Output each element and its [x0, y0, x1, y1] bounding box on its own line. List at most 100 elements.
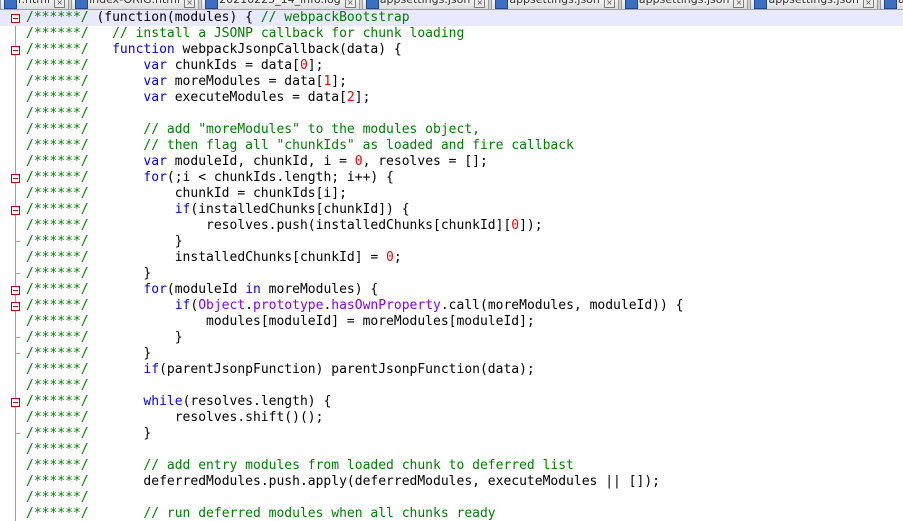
fold-toggle-icon[interactable]	[11, 14, 20, 23]
webpack-marker-comment: /******/	[26, 234, 89, 249]
file-tab[interactable]: appsettings.json×	[880, 0, 903, 9]
code-line[interactable]: /******/	[0, 490, 903, 506]
keyword-token: function	[112, 42, 175, 57]
code-token: resolves.shift()();	[174, 410, 324, 425]
tab-bar: r.html×index-ORIG.html×20210225_14_info.…	[0, 0, 903, 10]
code-line[interactable]: /******/ (function(modules) { // webpack…	[0, 10, 903, 26]
code-line[interactable]: /******/ // add entry modules from loade…	[0, 458, 903, 474]
webpack-marker-comment: /******/	[26, 154, 89, 169]
file-tab[interactable]: appsettings.json×	[361, 0, 490, 9]
code-token: chunkId = chunkIds[i];	[174, 186, 347, 201]
code-line[interactable]: /******/	[0, 378, 903, 394]
code-text: /******/ deferredModules.push.apply(defe…	[26, 474, 660, 490]
file-tab[interactable]: appsettings.json×	[491, 0, 619, 9]
code-line[interactable]: /******/ while(resolves.length) {	[0, 394, 903, 410]
file-icon	[4, 0, 17, 9]
fold-toggle-icon[interactable]	[11, 398, 20, 407]
code-line[interactable]: /******/ }	[0, 266, 903, 282]
keyword-token: var	[143, 154, 167, 169]
webpack-marker-comment: /******/	[26, 506, 89, 521]
close-tab-icon[interactable]: ×	[733, 0, 745, 8]
code-line[interactable]: /******/ // then flag all "chunkIds" as …	[0, 138, 903, 154]
webpack-marker-comment: /******/	[26, 282, 89, 297]
code-line[interactable]: /******/ }	[0, 234, 903, 250]
webpack-marker-comment: /******/	[26, 346, 89, 361]
code-text: /******/ // then flag all "chunkIds" as …	[26, 138, 574, 154]
file-icon	[624, 0, 638, 9]
code-line[interactable]: /******/ chunkId = chunkIds[i];	[0, 186, 903, 202]
webpack-marker-comment: /******/	[26, 330, 89, 345]
webpack-marker-comment: /******/	[26, 410, 89, 425]
code-line[interactable]: /******/ for(;i < chunkIds.length; i++) …	[0, 170, 903, 186]
code-line[interactable]: /******/ // run deferred modules when al…	[0, 506, 903, 521]
code-line[interactable]: /******/ function webpackJsonpCallback(d…	[0, 42, 903, 58]
code-text: /******/ if(installedChunks[chunkId]) {	[26, 202, 410, 218]
webpack-marker-comment: /******/	[26, 186, 89, 201]
file-tab-label: r.html	[18, 0, 50, 6]
comment-token: // webpackBootstrap	[260, 10, 410, 25]
code-text: /******/ // add entry modules from loade…	[26, 458, 574, 474]
code-line[interactable]: /******/ var moreModules = data[1];	[0, 74, 903, 90]
code-line[interactable]: /******/ // install a JSONP callback for…	[0, 26, 903, 42]
code-text: /******/ (function(modules) { // webpack…	[26, 10, 410, 26]
file-tab[interactable]: 20210225_14_info.log×	[201, 0, 360, 9]
code-line[interactable]: /******/ var chunkIds = data[0];	[0, 58, 903, 74]
code-line[interactable]: /******/ modules[moduleId] = moreModules…	[0, 314, 903, 330]
code-token: webpackJsonpCallback(data) {	[174, 42, 402, 57]
code-editor[interactable]: /******/ (function(modules) { // webpack…	[0, 10, 903, 521]
code-token: (moduleId	[166, 282, 246, 297]
webpack-marker-comment: /******/	[26, 266, 89, 281]
code-line[interactable]: /******/ }	[0, 330, 903, 346]
webpack-marker-comment: /******/	[26, 58, 89, 73]
webpack-marker-comment: /******/	[26, 106, 89, 121]
file-tab[interactable]: r.html ×	[0, 0, 70, 9]
code-line[interactable]: /******/ var executeModules = data[2];	[0, 90, 903, 106]
code-text: /******/ if(parentJsonpFunction) parentJ…	[26, 362, 535, 378]
file-tab-label: appsettings.json	[380, 0, 471, 6]
code-line[interactable]: /******/ if(installedChunks[chunkId]) {	[0, 202, 903, 218]
code-line[interactable]: /******/ resolves.push(installedChunks[c…	[0, 218, 903, 234]
code-line[interactable]: /******/ // add "moreModules" to the mod…	[0, 122, 903, 138]
fold-toggle-icon[interactable]	[11, 286, 20, 295]
code-line[interactable]: /******/ if(Object.prototype.hasOwnPrope…	[0, 298, 903, 314]
comment-token: // add entry modules from loaded chunk t…	[143, 458, 574, 473]
code-line[interactable]: /******/	[0, 442, 903, 458]
code-text: /******/ var moduleId, chunkId, i = 0, r…	[26, 154, 488, 170]
code-token: }	[143, 426, 152, 441]
fold-toggle-icon[interactable]	[11, 46, 20, 55]
code-line[interactable]: /******/ if(parentJsonpFunction) parentJ…	[0, 362, 903, 378]
comment-token: // then flag all "chunkIds" as loaded an…	[143, 138, 574, 153]
code-token: chunkIds = data[	[166, 58, 300, 73]
code-text: /******/ for(moduleId in moreModules) {	[26, 282, 378, 298]
file-tab[interactable]: appsettings.json×	[750, 0, 879, 9]
close-tab-icon[interactable]: ×	[54, 0, 66, 8]
code-line[interactable]: /******/ installedChunks[chunkId] = 0;	[0, 250, 903, 266]
webpack-marker-comment: /******/	[26, 298, 89, 313]
code-line[interactable]: /******/	[0, 106, 903, 122]
code-line[interactable]: /******/ deferredModules.push.apply(defe…	[0, 474, 903, 490]
file-tab[interactable]: appsettings.json×	[620, 0, 749, 9]
file-tab[interactable]: index-ORIG.html ×	[71, 0, 200, 9]
code-line[interactable]: /******/ var moduleId, chunkId, i = 0, r…	[0, 154, 903, 170]
code-line[interactable]: /******/ resolves.shift()();	[0, 410, 903, 426]
fold-toggle-icon[interactable]	[11, 174, 20, 183]
close-tab-icon[interactable]: ×	[344, 0, 356, 8]
close-tab-icon[interactable]: ×	[603, 0, 615, 8]
code-line[interactable]: /******/ }	[0, 346, 903, 362]
code-line[interactable]: /******/ }	[0, 426, 903, 442]
fold-toggle-icon[interactable]	[11, 302, 20, 311]
code-line[interactable]: /******/ for(moduleId in moreModules) {	[0, 282, 903, 298]
file-tab-label: appsettings.json	[898, 0, 903, 6]
keyword-token: var	[143, 90, 167, 105]
close-tab-icon[interactable]: ×	[184, 0, 196, 8]
close-tab-icon[interactable]: ×	[863, 0, 875, 8]
fold-toggle-icon[interactable]	[11, 206, 20, 215]
close-tab-icon[interactable]: ×	[474, 0, 486, 8]
